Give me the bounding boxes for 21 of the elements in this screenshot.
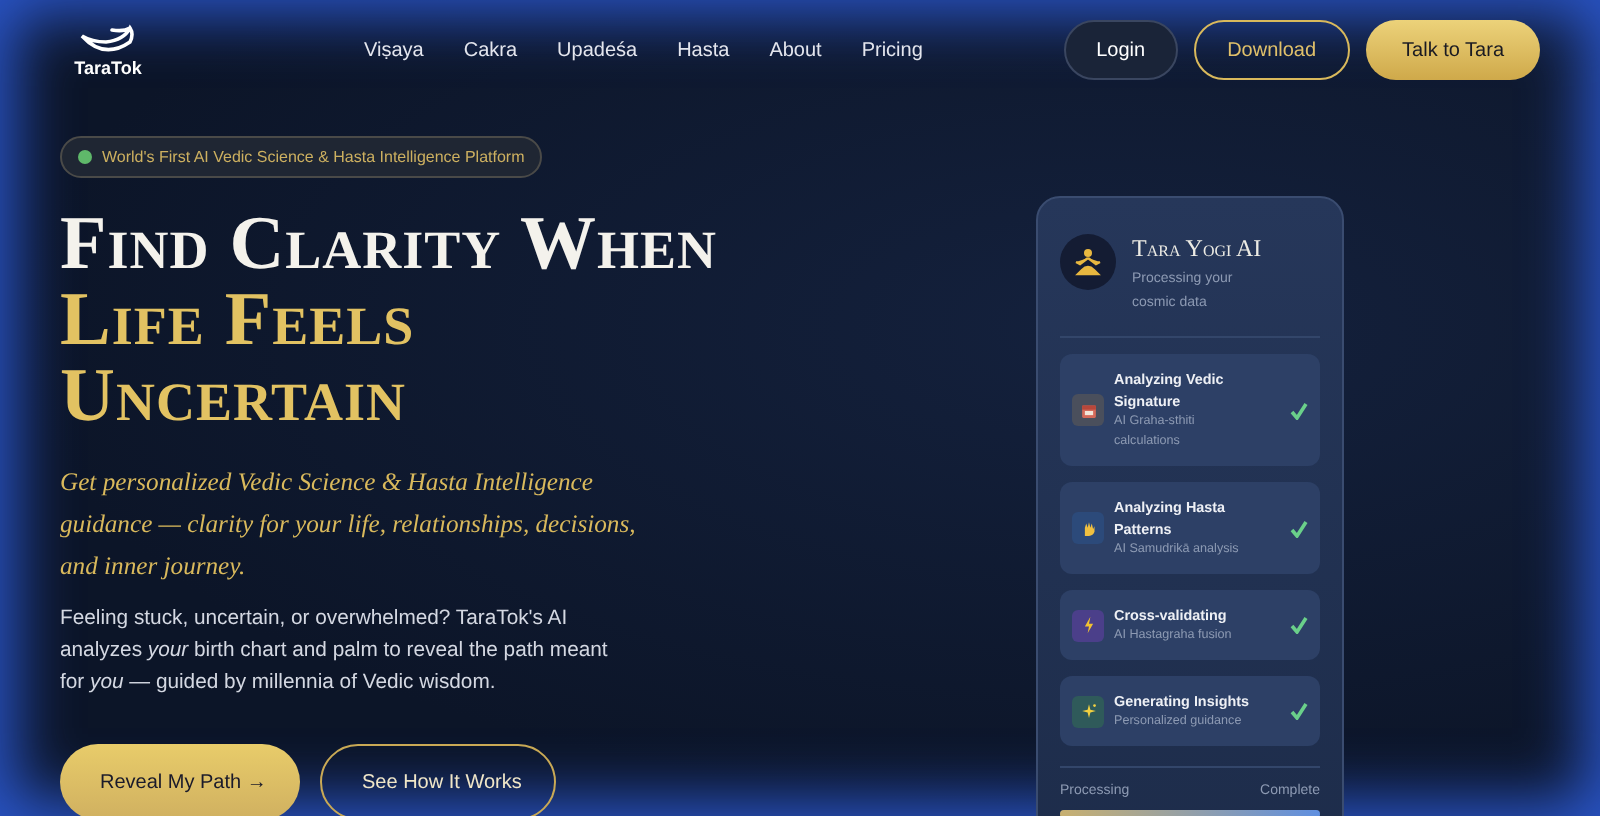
login-button[interactable]: Login: [1064, 20, 1178, 80]
status-dot: [78, 150, 92, 164]
talk-button[interactable]: Talk to Tara: [1366, 20, 1540, 80]
nav-link[interactable]: About: [749, 39, 842, 61]
hero-heading: Find Clarity When: [60, 206, 718, 282]
brand-name: TaraTok: [74, 57, 142, 77]
nav-link[interactable]: Hasta: [657, 39, 750, 61]
hero-subtitle: Get personalized Vedic Science & Hasta Intelligence guidance — clarity for your life, relationships, decisions, and inner journey.: [60, 466, 638, 584]
how-it-works-button[interactable]: See How It Works: [320, 744, 556, 816]
nav-link[interactable]: Upadeśa: [537, 39, 658, 61]
nav-link[interactable]: Viṣaya: [344, 39, 444, 61]
hero-description: Feeling stuck, uncertain, or overwhelmed? TaraTok's AI analyzes your birth chart and palm to reveal the path meant for you — guided by millennia of Vedic wisdom.: [60, 606, 610, 698]
meditating-figure-icon: [1072, 246, 1104, 278]
card-title: Tara Yogi AI: [1132, 234, 1264, 264]
nav-link[interactable]: Pricing: [841, 39, 943, 61]
hero-heading: Uncertain: [60, 358, 409, 434]
download-button[interactable]: Download: [1193, 20, 1351, 80]
badge-text: World's First AI Vedic Science & Hasta Intelligence Platform: [102, 148, 525, 166]
nav-link[interactable]: Cakra: [443, 39, 538, 61]
reveal-path-button[interactable]: Reveal My Path →: [60, 744, 300, 816]
hero-heading: Life Feels: [60, 282, 417, 358]
